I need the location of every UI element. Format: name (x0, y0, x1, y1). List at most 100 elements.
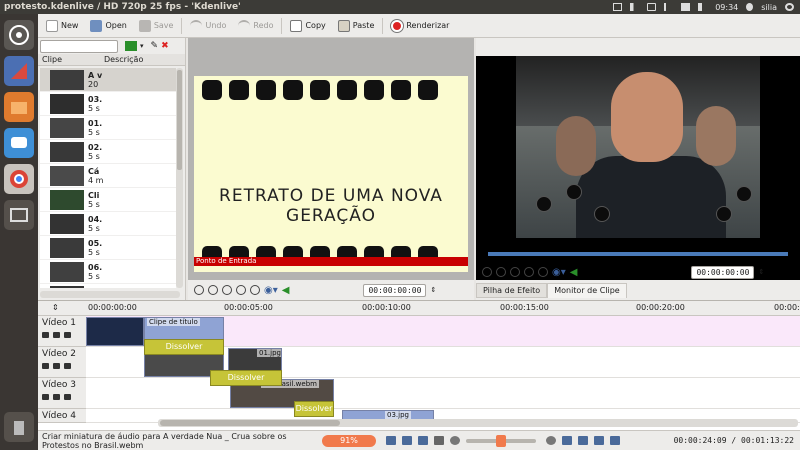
zoom-fit-icon[interactable]: ⇕ (52, 303, 59, 312)
track-header-video-1[interactable]: Vídeo 1 (38, 316, 86, 347)
tool-select-icon[interactable] (386, 436, 396, 445)
volume-icon[interactable]: ◀ (570, 267, 578, 278)
step-back-icon[interactable] (496, 267, 506, 277)
column-description[interactable]: Descrição (100, 55, 143, 64)
paste-button[interactable]: Paste (334, 16, 379, 36)
bin-search-input[interactable] (40, 39, 118, 53)
keyboard-icon[interactable] (647, 3, 657, 11)
tool-razor-icon[interactable] (402, 436, 412, 445)
workspace-icon[interactable] (4, 200, 34, 230)
view-markers-icon[interactable] (610, 436, 620, 445)
volume-icon[interactable]: ◀ (282, 285, 290, 296)
hide-icon[interactable] (64, 363, 71, 369)
battery-icon[interactable] (681, 3, 691, 11)
list-item[interactable]: 03. 5 s (40, 92, 176, 116)
power-icon[interactable] (785, 3, 794, 11)
clip-timecode-field[interactable]: 00:00:00:00 (691, 265, 755, 279)
user-name[interactable]: silia (761, 3, 777, 12)
delete-clip-icon[interactable]: ✖ (161, 41, 169, 51)
volume-icon[interactable] (698, 3, 707, 11)
zoom-out-icon[interactable] (450, 436, 460, 445)
zoom-slider[interactable] (466, 434, 536, 447)
open-button[interactable]: Open (86, 16, 130, 36)
clip-monitor: ◉▾ ◀ 00:00:00:00 ⇕ Pilha de Efeito Monit… (476, 38, 800, 300)
mute-icon[interactable] (53, 394, 60, 400)
rewind-icon[interactable] (482, 267, 492, 277)
track-header-video-2[interactable]: Vídeo 2 (38, 347, 86, 378)
kdenlive-icon[interactable] (4, 56, 34, 86)
mail-icon[interactable] (613, 3, 623, 11)
rewind-icon[interactable] (194, 285, 204, 295)
copy-button[interactable]: Copy (286, 16, 329, 36)
clip-duration: 5 s (88, 151, 100, 161)
tab-effect-stack[interactable]: Pilha de Efeito (476, 283, 548, 298)
trash-icon[interactable] (4, 412, 34, 442)
play-icon[interactable] (222, 285, 232, 295)
timecode-spin-icon[interactable]: ⇕ (430, 286, 436, 294)
track-header-video-4[interactable]: Vídeo 4 (38, 409, 86, 423)
view-thumbs-icon[interactable] (578, 436, 588, 445)
settings-icon[interactable]: ◉▾ (264, 285, 278, 296)
timeline-clip[interactable] (86, 317, 144, 346)
edit-clip-icon[interactable]: ✎ (151, 41, 159, 51)
list-item[interactable]: A v 20 (40, 68, 176, 92)
bluetooth-icon[interactable] (664, 3, 673, 11)
clip-monitor-screen[interactable] (476, 56, 800, 280)
mute-icon[interactable] (53, 363, 60, 369)
chat-icon[interactable] (4, 128, 34, 158)
undo-button[interactable]: Undo (186, 16, 230, 36)
project-monitor-screen[interactable]: RETRATO DE UMA NOVA GERAÇÃO Ponto de Ent… (188, 38, 474, 280)
play-icon[interactable] (510, 267, 520, 277)
list-item[interactable]: 05. 5 s (40, 236, 176, 260)
list-item[interactable]: 07 (40, 284, 176, 288)
list-item[interactable]: Cá 4 m (40, 164, 176, 188)
fast-forward-icon[interactable] (538, 267, 548, 277)
scissors-icon[interactable] (434, 436, 444, 445)
render-button[interactable]: Renderizar (387, 16, 453, 36)
clock[interactable]: 09:34 (715, 3, 738, 12)
step-back-icon[interactable] (208, 285, 218, 295)
tool-spacer-icon[interactable] (418, 436, 428, 445)
transition-dissolve[interactable]: Dissolver (294, 401, 334, 417)
bin-vertical-scrollbar[interactable] (176, 68, 183, 288)
lock-icon[interactable] (42, 394, 49, 400)
step-forward-icon[interactable] (236, 285, 246, 295)
zoom-in-icon[interactable] (546, 436, 556, 445)
transition-dissolve[interactable]: Dissolver (144, 339, 224, 355)
view-audio-icon[interactable] (594, 436, 604, 445)
list-item[interactable]: 04. 5 s (40, 212, 176, 236)
settings-icon[interactable]: ◉▾ (552, 267, 566, 278)
project-timecode-field[interactable]: 00:00:00:00 (363, 283, 427, 297)
track-header-video-3[interactable]: Vídeo 3 (38, 378, 86, 409)
timecode-spin-icon[interactable]: ⇕ (758, 268, 764, 276)
chevron-down-icon[interactable]: ▾ (140, 42, 144, 50)
timeline-horizontal-scrollbar[interactable] (158, 419, 798, 427)
save-button[interactable]: Save (135, 16, 178, 36)
redo-button[interactable]: Redo (234, 16, 277, 36)
list-item[interactable]: Cli 5 s (40, 188, 176, 212)
list-item[interactable]: 02. 5 s (40, 140, 176, 164)
add-clip-icon[interactable] (125, 41, 137, 51)
list-item[interactable]: 06. 5 s (40, 260, 176, 284)
lock-icon[interactable] (42, 332, 49, 338)
lock-icon[interactable] (42, 363, 49, 369)
hide-icon[interactable] (64, 394, 71, 400)
track-video-3[interactable]: no Brasil.webm (86, 378, 800, 409)
timeline-ruler[interactable]: 00:00:00:00 00:00:05:00 00:00:10:00 00:0… (86, 301, 800, 316)
hide-icon[interactable] (64, 332, 71, 338)
transition-dissolve[interactable]: Dissolver (210, 370, 282, 386)
step-forward-icon[interactable] (524, 267, 534, 277)
mute-icon[interactable] (53, 332, 60, 338)
user-icon[interactable] (746, 3, 754, 11)
new-button[interactable]: New (42, 16, 82, 36)
ubuntu-dash-icon[interactable] (4, 20, 34, 50)
list-item[interactable]: 01. 5 s (40, 116, 176, 140)
view-list-icon[interactable] (562, 436, 572, 445)
files-icon[interactable] (4, 92, 34, 122)
bin-horizontal-scrollbar[interactable] (40, 291, 180, 298)
fast-forward-icon[interactable] (250, 285, 260, 295)
tab-clip-monitor[interactable]: Monitor de Clipe (547, 283, 627, 298)
network-icon[interactable] (630, 3, 640, 11)
chrome-icon[interactable] (4, 164, 34, 194)
column-clip[interactable]: Clipe (38, 55, 100, 64)
